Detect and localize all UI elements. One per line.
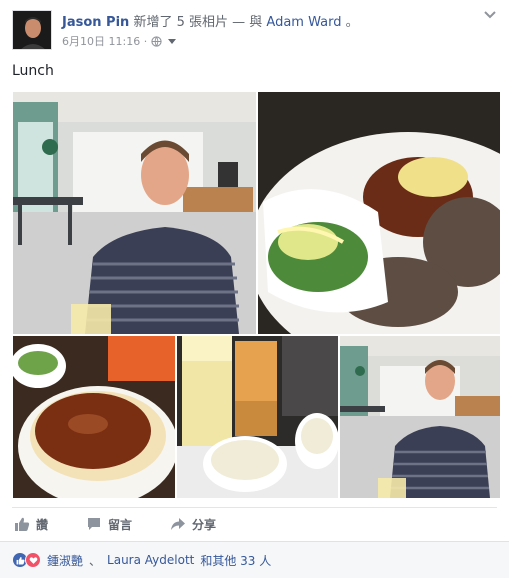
globe-icon[interactable] (151, 35, 162, 47)
post-meta: 6月10日 11:16 · (62, 33, 177, 49)
share-arrow-icon (171, 518, 186, 530)
photo-2[interactable] (258, 92, 500, 334)
photo-4[interactable] (177, 336, 338, 498)
like-label: 讚 (36, 517, 49, 532)
tagged-friend[interactable]: Adam Ward (266, 15, 341, 30)
reactions-summary: 鍾淑艷 、 Laura Aydelott 和其他 33 人 (0, 541, 509, 578)
photo-1[interactable] (13, 92, 256, 334)
post-timestamp[interactable]: 6月10日 11:16 · (62, 33, 147, 49)
reactor-name-1[interactable]: 鍾淑艷 (47, 552, 83, 569)
reactor-name-2[interactable]: Laura Aydelott (107, 553, 194, 567)
photo-5[interactable] (340, 336, 500, 498)
post-actions: 讚 留言 分享 (12, 507, 497, 540)
author-avatar[interactable] (12, 10, 52, 50)
reactor-separator: 、 (89, 553, 102, 568)
author-name[interactable]: Jason Pin (62, 15, 129, 30)
thumbs-up-icon (15, 517, 30, 531)
reaction-icons[interactable] (12, 552, 41, 568)
trailing-punct: 。 (345, 15, 359, 30)
reactor-others[interactable]: 和其他 33 人 (200, 552, 271, 569)
post-header: Jason Pin 新增了 5 張相片 — 與 Adam Ward 。 6月10… (12, 10, 497, 52)
like-button[interactable]: 讚 (14, 516, 48, 533)
facebook-post: Jason Pin 新增了 5 張相片 — 與 Adam Ward 。 6月10… (0, 0, 509, 578)
comment-button[interactable]: 留言 (86, 516, 132, 533)
author-line: Jason Pin 新增了 5 張相片 — 與 Adam Ward 。 (62, 11, 359, 30)
comment-label: 留言 (108, 517, 133, 532)
share-label: 分享 (192, 517, 217, 532)
chevron-down-icon[interactable] (483, 10, 497, 20)
post-text: Lunch (12, 63, 54, 79)
share-button[interactable]: 分享 (170, 516, 216, 533)
comment-icon (88, 518, 101, 530)
photo-3[interactable] (13, 336, 175, 498)
audience-caret-icon[interactable] (168, 38, 177, 44)
post-action-text: 新增了 5 張相片 — 與 (133, 15, 263, 30)
love-icon (25, 552, 41, 568)
